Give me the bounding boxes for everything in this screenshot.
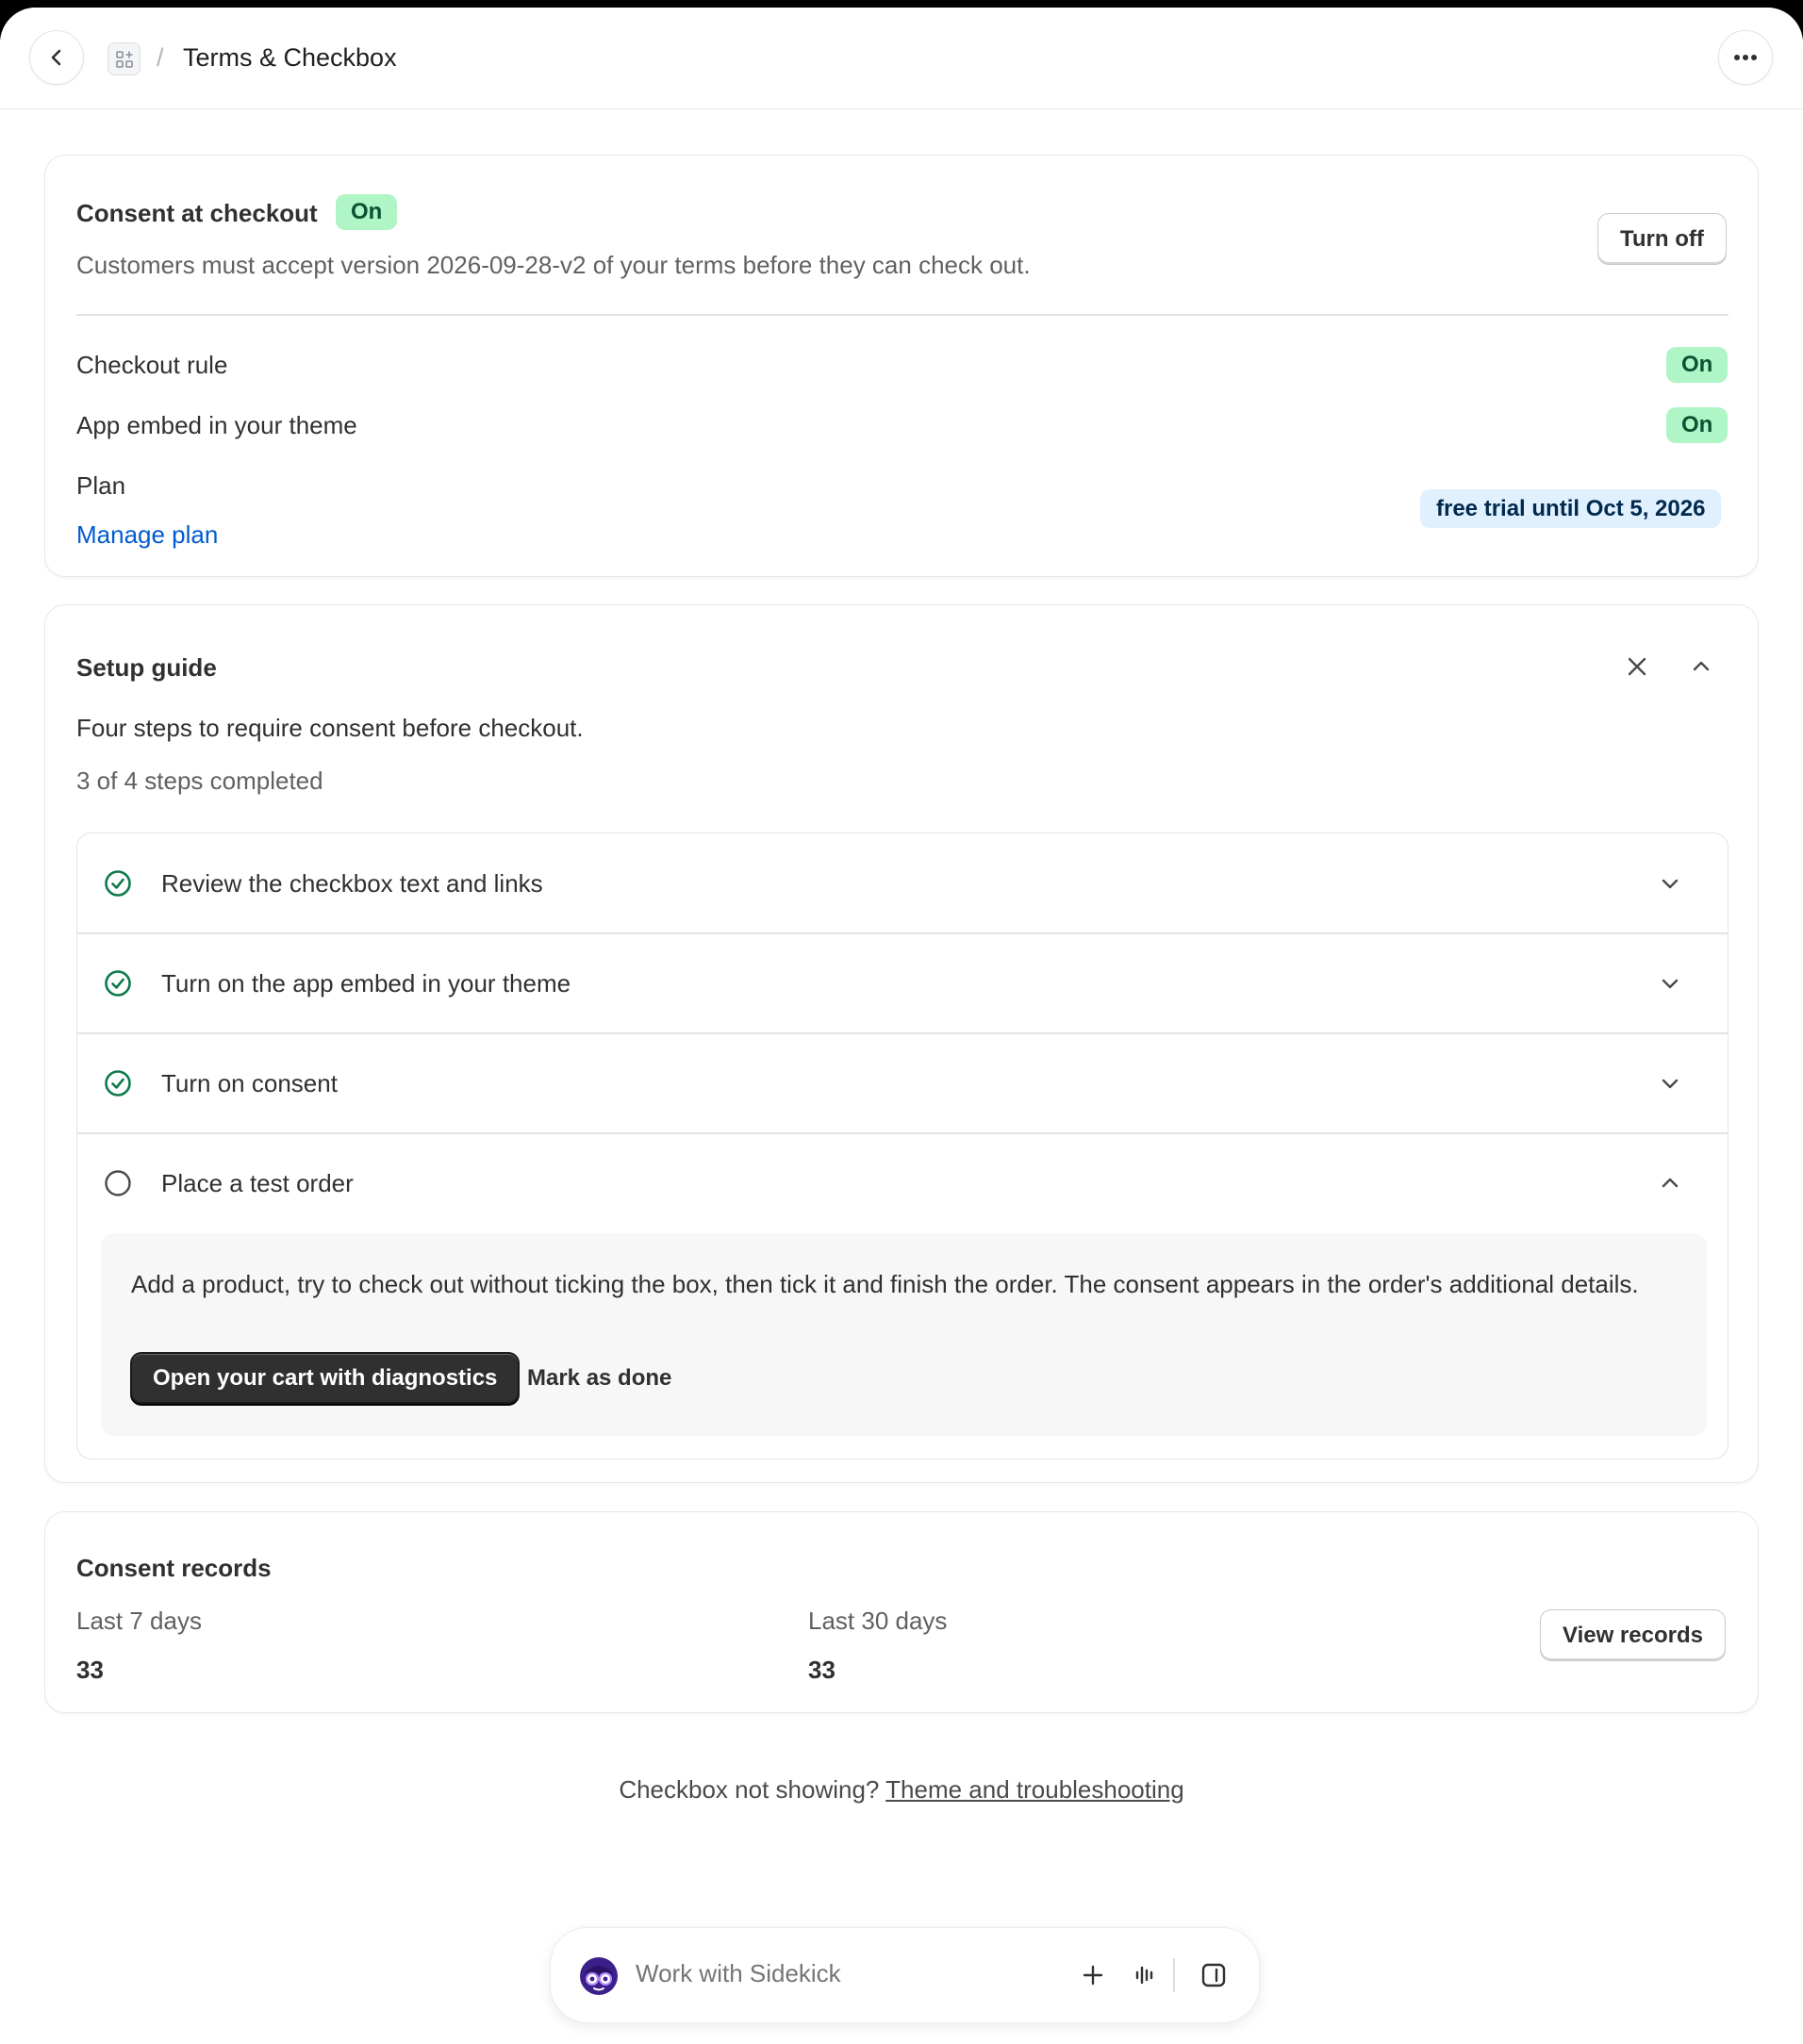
stat-label-7-days: Last 7 days [76, 1607, 202, 1635]
open-cart-diagnostics-button[interactable]: Open your cart with diagnostics [130, 1352, 521, 1404]
more-actions-button[interactable] [1718, 30, 1773, 85]
chevron-up-icon [1654, 1167, 1686, 1199]
setup-guide-subtitle: Four steps to require consent before che… [76, 714, 584, 742]
manage-plan-link[interactable]: Manage plan [76, 520, 218, 550]
app-embed-status-badge: On [1666, 407, 1729, 443]
chevron-left-icon [51, 49, 61, 66]
side-panel-icon [1201, 1963, 1226, 1987]
mark-as-done-button[interactable]: Mark as done [527, 1352, 671, 1404]
step-review-checkbox[interactable]: Review the checkbox text and links [77, 833, 1728, 933]
help-question: Checkbox not showing? [619, 1775, 880, 1804]
check-circle-icon [105, 1070, 131, 1096]
consent-status-card: Consent at checkout On Customers must ac… [44, 155, 1759, 577]
sidekick-voice-button[interactable] [1127, 1956, 1165, 1994]
audio-waveform-icon [1135, 1966, 1153, 1985]
consent-card-title: Consent at checkout [76, 199, 318, 227]
turn-off-button[interactable]: Turn off [1597, 213, 1727, 265]
check-circle-icon [105, 870, 131, 897]
collapse-guide-button[interactable] [1680, 646, 1722, 687]
app-embed-label: App embed in your theme [76, 411, 357, 439]
step-label: Turn on the app embed in your theme [161, 969, 571, 997]
consent-records-card: Consent records Last 7 days 33 Last 30 d… [44, 1511, 1759, 1713]
check-circle-icon [105, 970, 131, 997]
step-detail-text: Add a product, try to check out without … [131, 1270, 1639, 1298]
chevron-down-icon [1654, 1067, 1686, 1099]
ellipsis-icon [1734, 55, 1757, 60]
close-icon [1628, 657, 1646, 676]
stat-value-30-days: 33 [808, 1656, 835, 1684]
dismiss-guide-button[interactable] [1616, 646, 1658, 687]
stat-value-7-days: 33 [76, 1656, 104, 1684]
setup-steps-list: Review the checkbox text and links Turn … [76, 832, 1729, 1459]
page-title: Terms & Checkbox [183, 43, 397, 72]
app-window: / Terms & Checkbox Consent at checkout O… [0, 8, 1803, 2044]
step-turn-on-consent[interactable]: Turn on consent [77, 1033, 1728, 1133]
consent-status-badge: On [336, 194, 398, 230]
step-label: Review the checkbox text and links [161, 869, 543, 898]
chevron-up-icon [1693, 661, 1710, 671]
setup-progress-text: 3 of 4 steps completed [76, 766, 323, 795]
setup-guide-card: Setup guide Four steps to require consen… [44, 604, 1759, 1483]
step-test-order[interactable]: Place a test order [77, 1133, 1728, 1233]
step-label: Turn on consent [161, 1069, 338, 1097]
sidekick-add-button[interactable] [1074, 1956, 1112, 1994]
back-button[interactable] [29, 30, 84, 85]
sidekick-avatar-icon [580, 1957, 618, 1995]
records-title: Consent records [76, 1554, 272, 1582]
chevron-down-icon [1654, 867, 1686, 899]
troubleshooting-link[interactable]: Theme and troubleshooting [885, 1775, 1184, 1804]
plan-trial-badge: free trial until Oct 5, 2026 [1420, 489, 1722, 528]
checkout-rule-status-badge: On [1666, 347, 1729, 383]
divider [76, 314, 1729, 316]
step-label: Place a test order [161, 1169, 354, 1197]
apps-grid-icon [115, 50, 133, 68]
empty-circle-icon [105, 1170, 131, 1196]
sidekick-panel-button[interactable] [1195, 1956, 1232, 1994]
plus-icon [1083, 1965, 1103, 1986]
step-app-embed[interactable]: Turn on the app embed in your theme [77, 933, 1728, 1033]
stat-label-30-days: Last 30 days [808, 1607, 948, 1635]
plan-label: Plan [76, 471, 126, 500]
sidekick-bar: Work with Sidekick [550, 1927, 1260, 2023]
troubleshooting-help: Checkbox not showing? Theme and troubles… [0, 1775, 1803, 1805]
sidekick-input[interactable]: Work with Sidekick [636, 1959, 841, 1988]
consent-description: Customers must accept version 2026-09-28… [76, 251, 1031, 279]
step-detail-panel: Add a product, try to check out without … [101, 1233, 1707, 1436]
setup-guide-title: Setup guide [76, 653, 217, 682]
top-bar: / Terms & Checkbox [0, 8, 1803, 109]
chevron-down-icon [1654, 967, 1686, 999]
view-records-button[interactable]: View records [1540, 1609, 1726, 1661]
checkout-rule-label: Checkout rule [76, 351, 228, 379]
divider [1173, 1958, 1175, 1992]
app-icon[interactable] [108, 42, 141, 75]
breadcrumb-separator: / [157, 43, 164, 72]
